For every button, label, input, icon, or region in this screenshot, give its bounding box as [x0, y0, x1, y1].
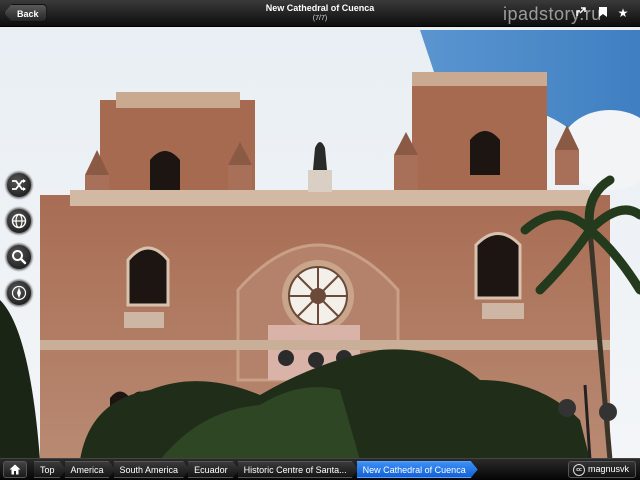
breadcrumb: Top America South America Ecuador Histor… — [34, 461, 476, 478]
breadcrumb-historic-centre[interactable]: Historic Centre of Santa... — [238, 461, 359, 478]
credit-author: magnusvk — [588, 464, 630, 474]
compass-icon — [11, 285, 27, 301]
breadcrumb-america[interactable]: America — [65, 461, 116, 478]
photo-credit[interactable]: cc magnusvk — [568, 461, 636, 478]
bookmark-icon[interactable] — [596, 6, 610, 20]
globe-button[interactable] — [6, 208, 32, 234]
breadcrumb-south-america[interactable]: South America — [114, 461, 191, 478]
breadcrumb-top[interactable]: Top — [34, 461, 67, 478]
home-button[interactable] — [3, 461, 27, 478]
cathedral-photo — [0, 0, 640, 480]
shuffle-button[interactable] — [6, 172, 32, 198]
star-icon[interactable]: ★ — [616, 6, 630, 20]
breadcrumb-ecuador[interactable]: Ecuador — [188, 461, 240, 478]
search-icon — [12, 250, 27, 265]
search-button[interactable] — [6, 244, 32, 270]
creative-commons-icon: cc — [573, 463, 585, 476]
breadcrumb-current[interactable]: New Cathedral of Cuenca — [357, 461, 478, 478]
compass-button[interactable] — [6, 280, 32, 306]
share-icon[interactable] — [574, 6, 588, 20]
globe-icon — [11, 213, 27, 229]
top-toolbar: Back New Cathedral of Cuenca (7/7) ipads… — [0, 0, 640, 27]
breadcrumb-bar: Top America South America Ecuador Histor… — [0, 458, 640, 480]
shuffle-icon — [12, 179, 26, 191]
home-icon — [9, 464, 21, 475]
